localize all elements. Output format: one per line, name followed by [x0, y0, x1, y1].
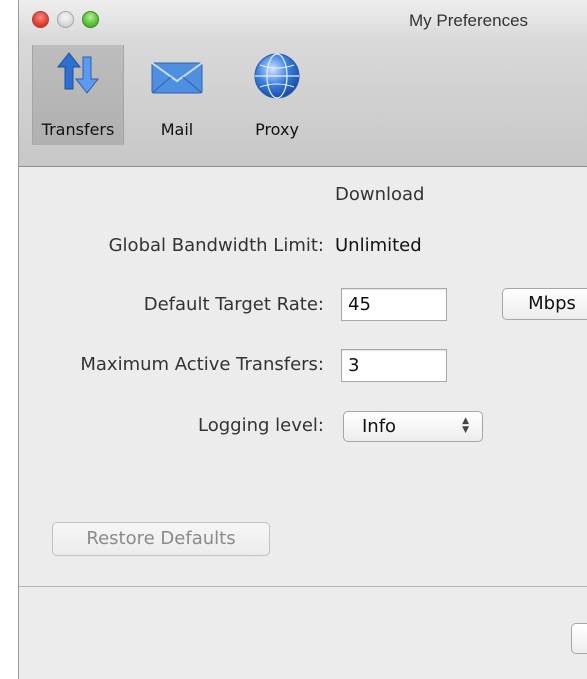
tab-mail[interactable]: Mail [131, 45, 223, 145]
target-rate-input[interactable] [341, 288, 447, 321]
globe-icon [252, 51, 302, 105]
download-section-title: Download [335, 184, 425, 205]
dialog-button[interactable] [571, 623, 587, 654]
bandwidth-limit-value: Unlimited [335, 235, 422, 256]
preferences-toolbar: Transfers Mail Proxy [19, 40, 587, 167]
max-transfers-input[interactable] [341, 349, 447, 382]
bottom-button-bar [19, 586, 587, 679]
bandwidth-limit-label: Global Bandwidth Limit: [108, 235, 324, 256]
transfers-icon [55, 51, 101, 101]
restore-defaults-button[interactable]: Restore Defaults [52, 522, 270, 556]
max-transfers-label: Maximum Active Transfers: [80, 354, 324, 375]
logging-level-value: Info [362, 416, 397, 437]
tab-proxy-label: Proxy [255, 120, 299, 139]
zoom-window-button[interactable] [82, 11, 99, 28]
transfers-panel: Download Global Bandwidth Limit: Unlimit… [19, 167, 587, 586]
tab-transfers[interactable]: Transfers [32, 45, 124, 145]
close-window-button[interactable] [32, 11, 49, 28]
mail-icon [150, 51, 204, 101]
target-rate-label: Default Target Rate: [143, 294, 324, 315]
title-bar: My Preferences [19, 0, 587, 40]
tab-mail-label: Mail [160, 120, 194, 139]
logging-level-label: Logging level: [198, 415, 324, 436]
tab-proxy[interactable]: Proxy [231, 45, 323, 145]
window-title: My Preferences [409, 11, 529, 30]
select-arrows-icon: ▲ ▼ [462, 416, 469, 435]
logging-level-select[interactable]: Info ▲ ▼ [343, 411, 483, 442]
tab-transfers-label: Transfers [41, 120, 115, 139]
minimize-window-button[interactable] [57, 11, 74, 28]
preferences-window: My Preferences Transfers Mail Proxy Down… [18, 0, 587, 679]
rate-unit-button[interactable]: Mbps [502, 288, 587, 320]
